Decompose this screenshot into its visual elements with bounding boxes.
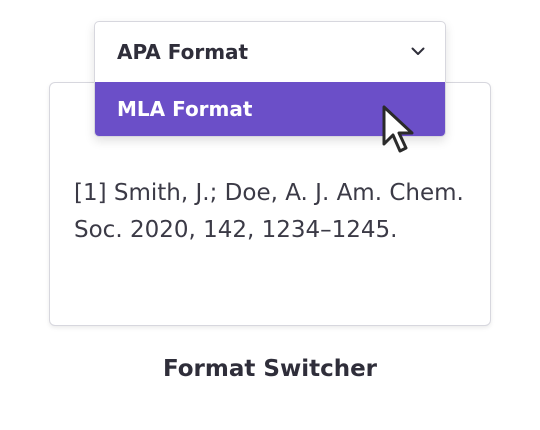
format-dropdown-trigger[interactable]: APA Format — [95, 22, 445, 82]
chevron-down-icon[interactable] — [411, 47, 425, 56]
selected-format-label: APA Format — [117, 40, 249, 64]
mouse-pointer-icon — [382, 105, 414, 153]
caption-title: Format Switcher — [162, 356, 378, 382]
format-switcher-stage: [1] Smith, J.; Doe, A. J. Am. Chem. Soc.… — [0, 0, 540, 430]
option-label: MLA Format — [117, 97, 253, 121]
citation-text: [1] Smith, J.; Doe, A. J. Am. Chem. Soc.… — [74, 180, 464, 243]
